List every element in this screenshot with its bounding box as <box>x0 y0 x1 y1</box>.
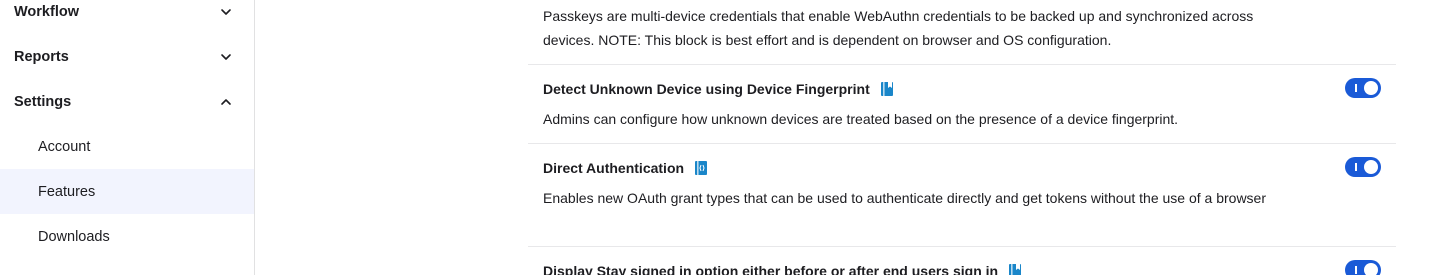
divider <box>528 246 1396 247</box>
toggle-knob <box>1364 81 1378 95</box>
chevron-down-icon <box>221 8 231 15</box>
detect-unknown-device-toggle[interactable] <box>1345 78 1381 98</box>
sidebar-item-account[interactable]: Account <box>0 124 254 169</box>
sidebar-item-downloads[interactable]: Downloads <box>0 214 254 259</box>
sidebar-group-settings[interactable]: Settings <box>0 79 254 124</box>
direct-authentication-toggle[interactable] <box>1345 157 1381 177</box>
feature-description: Enables new OAuth grant types that can b… <box>543 190 1267 206</box>
toggle-on-indicator <box>1355 163 1357 171</box>
divider <box>528 143 1396 144</box>
feature-title-direct-authentication: Direct Authentication <box>543 158 708 178</box>
toggle-on-indicator <box>1355 266 1357 274</box>
toggle-knob <box>1364 263 1378 275</box>
divider <box>528 64 1396 65</box>
book-icon[interactable] <box>1008 263 1022 275</box>
chevron-up-icon <box>221 98 231 105</box>
feature-title-stay-signed-in: Display Stay signed in option either bef… <box>543 261 1022 275</box>
feature-title-detect-unknown-device: Detect Unknown Device using Device Finge… <box>543 79 894 99</box>
book-icon[interactable] <box>694 160 708 176</box>
sidebar: Workflow Reports Settings Account Featur… <box>0 0 255 275</box>
chevron-down-icon <box>221 53 231 60</box>
sidebar-group-label: Settings <box>14 93 72 110</box>
toggle-on-indicator <box>1355 84 1357 92</box>
feature-title-text: Direct Authentication <box>543 160 685 176</box>
feature-description: Admins can configure how unknown devices… <box>543 111 1179 127</box>
sidebar-group-label: Reports <box>14 48 69 65</box>
sidebar-group-reports[interactable]: Reports <box>0 34 254 79</box>
feature-title-text: Detect Unknown Device using Device Finge… <box>543 81 870 97</box>
feature-title-text: Display Stay signed in option either bef… <box>543 263 999 275</box>
sidebar-item-features[interactable]: Features <box>0 169 254 214</box>
stay-signed-in-toggle[interactable] <box>1345 260 1381 275</box>
book-icon[interactable] <box>880 81 894 97</box>
sidebar-group-label: Workflow <box>14 3 79 20</box>
toggle-knob <box>1364 160 1378 174</box>
feature-description: Passkeys are multi-device credentials th… <box>543 8 1254 48</box>
sidebar-group-workflow[interactable]: Workflow <box>0 0 254 34</box>
